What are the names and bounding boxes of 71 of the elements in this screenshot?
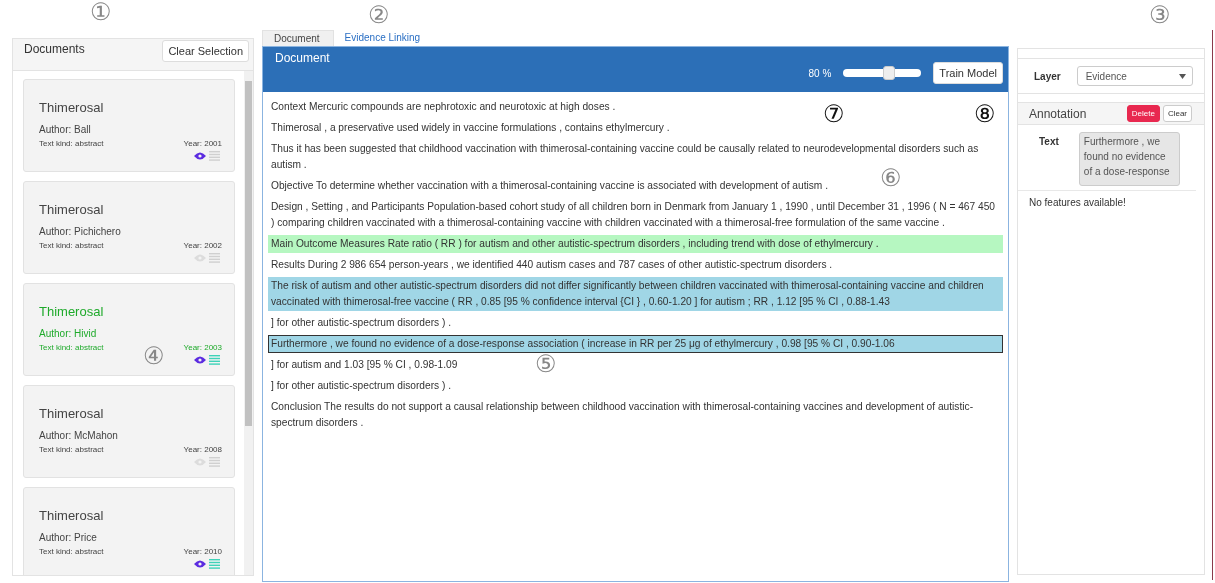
document-author: Author: Price <box>39 532 98 543</box>
document-year: Year: 2010 <box>183 547 222 556</box>
sentence[interactable]: Furthermore , we found no evidence of a dose-response association ( increase in RR per 25 μg of ethylmercury , 0.98 [95 % CI , 0.90-1.06 <box>268 335 1003 353</box>
slider-thumb[interactable] <box>882 66 895 80</box>
sentence[interactable]: Conclusion The results do not support a causal relationship between childhood vaccination with thimerosal-containing vaccines and development of autistic-spectrum disorders . <box>268 398 1003 432</box>
annotation-text-field[interactable]: Furthermore , we found no evidence of a dose-response <box>1078 132 1180 186</box>
document-title: Thimerosal <box>39 304 105 319</box>
sentence[interactable]: ] for autism and 1.03 [95 % CI , 0.98-1.09 <box>268 356 461 374</box>
callout-number: ① <box>90 0 112 24</box>
clear-button[interactable]: Clear <box>1162 105 1192 122</box>
layer-dropdown[interactable]: Evidence <box>1076 66 1193 86</box>
document-year: Year: 2001 <box>183 139 222 148</box>
tab[interactable]: Document <box>262 30 334 46</box>
callout-number: ⑦ <box>823 102 845 126</box>
text-kind: Text kind: abstract <box>39 445 104 454</box>
text-kind: Text kind: abstract <box>39 139 104 148</box>
sentence[interactable]: Design , Setting , and Participants Population-based cohort study of all children born in Denmark from January 1 , 1990 , until December 31 , 1996 ( N = 467 450 ) comparing children vaccinated with a thimerosal-containing vaccine with children vaccinated with a thimerosal-free formulation of the same vaccine . <box>268 198 1003 232</box>
document-year: Year: 2002 <box>183 241 222 250</box>
delete-button[interactable]: Delete <box>1126 105 1160 122</box>
eye-icon[interactable] <box>194 152 206 160</box>
document-year: Year: 2003 <box>183 343 222 352</box>
document-card[interactable]: Thimerosal Author: Ball Text kind: abstract Year: 2001 <box>23 79 235 172</box>
callout-number: ⑧ <box>974 102 996 126</box>
list-icon[interactable] <box>209 151 220 161</box>
sentence[interactable]: The risk of autism and other autistic-spectrum disorders did not differ significantly between children vaccinated with thimerosal-containing vaccine and children vaccinated with thimerosal-free vaccine ( RR , 0.85 [95 % confidence interval {CI } , 0.60-1.20 ] for autism ; RR , 1.12 [95 % CI , 0.88-1.43 <box>268 277 1003 311</box>
document-author: Author: Pichichero <box>39 226 122 237</box>
scrollbar[interactable] <box>244 71 253 575</box>
tab[interactable]: Evidence Linking <box>333 30 434 46</box>
list-icon[interactable] <box>209 457 220 467</box>
document-author: Author: Ball <box>39 124 92 135</box>
caret-icon <box>1178 73 1186 79</box>
document-card[interactable]: Thimerosal Author: Price Text kind: abstract Year: 2010 <box>23 487 235 575</box>
eye-icon[interactable] <box>194 356 206 364</box>
sentence[interactable]: Thimerosal , a preservative used widely in vaccine formulations , contains ethylmercury . <box>268 119 673 137</box>
train-model-button[interactable]: Train Model <box>933 62 1003 84</box>
annotation-title: Annotation <box>1029 106 1088 121</box>
layer-label: Layer <box>1034 70 1061 82</box>
document-heading: Document <box>275 51 330 67</box>
callout-number: ③ <box>1149 3 1171 27</box>
clear-selection-button[interactable]: Clear Selection <box>162 40 249 62</box>
text-kind: Text kind: abstract <box>39 547 104 556</box>
sentence[interactable]: Results During 2 986 654 person-years , we identified 440 autism cases and 787 cases of other autistic-spectrum disorders . <box>268 256 836 274</box>
document-card[interactable]: Thimerosal Author: Pichichero Text kind: abstract Year: 2002 <box>23 181 235 274</box>
sentence[interactable]: Main Outcome Measures Rate ratio ( RR ) for autism and other autistic-spectrum disorders , including trend with dose of ethylmercury . <box>268 235 1003 253</box>
callout-number: ④ <box>143 344 165 368</box>
zoom-reading: 80 % <box>808 67 832 79</box>
document-author: Author: McMahon <box>39 430 119 441</box>
document-title: Thimerosal <box>39 202 105 217</box>
list-icon[interactable] <box>209 253 220 263</box>
sentence[interactable]: ] for other autistic-spectrum disorders ) . <box>268 314 455 332</box>
sentence[interactable]: Objective To determine whether vaccination with a thimerosal-containing vaccine is associated with development of autism . <box>268 177 831 195</box>
sentence[interactable]: ] for other autistic-spectrum disorders ) . <box>268 377 455 395</box>
document-title: Thimerosal <box>39 100 105 115</box>
panel-title: Documents <box>24 42 85 56</box>
text-kind: Text kind: abstract <box>39 241 104 250</box>
list-icon[interactable] <box>209 559 220 569</box>
document-year: Year: 2008 <box>183 445 222 454</box>
list-icon[interactable] <box>209 355 220 365</box>
callout-number: ⑥ <box>880 166 902 190</box>
text-label: Text <box>1039 136 1059 149</box>
document-title: Thimerosal <box>39 406 105 421</box>
text-kind: Text kind: abstract <box>39 343 104 352</box>
document-card[interactable]: Thimerosal Author: McMahon Text kind: abstract Year: 2008 <box>23 385 235 478</box>
empty-message: No features available! <box>1028 196 1127 210</box>
callout-number: ② <box>368 3 390 27</box>
document-title: Thimerosal <box>39 508 105 523</box>
eye-icon[interactable] <box>194 560 206 568</box>
sentence[interactable]: Context Mercuric compounds are nephrotoxic and neurotoxic at high doses . <box>268 98 619 116</box>
document-author: Author: Hivid <box>39 328 98 339</box>
callout-number: ⑤ <box>535 352 557 376</box>
zoom-slider[interactable] <box>843 69 922 77</box>
